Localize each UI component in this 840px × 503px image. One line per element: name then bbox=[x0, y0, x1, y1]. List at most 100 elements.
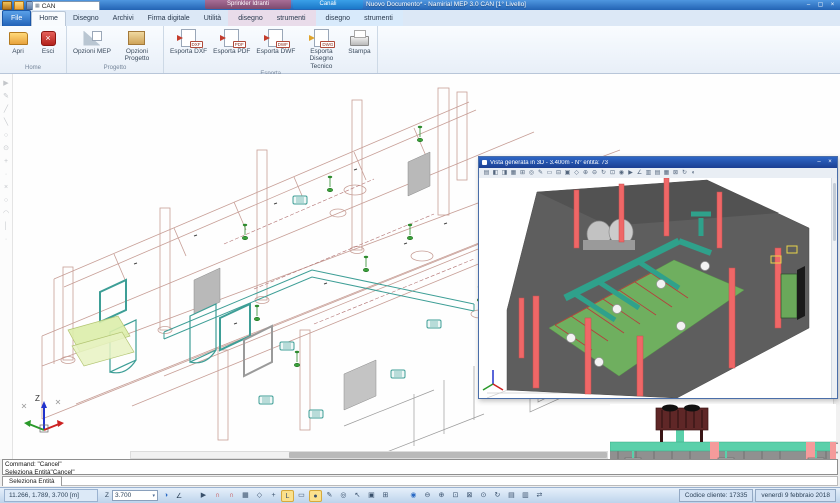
minimize-button[interactable]: – bbox=[804, 0, 813, 10]
highlight-icon[interactable]: ● bbox=[309, 490, 322, 502]
command-prompt-tab[interactable]: Seleziona Entità bbox=[2, 476, 62, 486]
arc-tool-icon[interactable]: ◠ bbox=[0, 207, 12, 220]
polyline-tool-icon[interactable]: ╲ bbox=[0, 116, 12, 129]
shaded-icon[interactable]: ◎ bbox=[527, 169, 536, 178]
app-icon[interactable] bbox=[2, 1, 12, 10]
pick-icon[interactable]: ↖ bbox=[351, 490, 364, 502]
snap-magnet-icon[interactable]: ∩ bbox=[211, 490, 224, 502]
solid-icon[interactable]: ▣ bbox=[563, 169, 572, 178]
zoom-scale-icon[interactable]: ⊙ bbox=[477, 490, 490, 502]
measure-icon[interactable]: ∠ bbox=[635, 169, 644, 178]
sync-icon[interactable]: ⇄ bbox=[533, 490, 546, 502]
ellipse-tool-icon[interactable]: ○ bbox=[0, 194, 12, 207]
horizontal-scroll-thumb[interactable] bbox=[289, 452, 607, 458]
zoom-window-icon[interactable]: ⊡ bbox=[608, 169, 617, 178]
maximize-button[interactable]: ▢ bbox=[816, 0, 825, 10]
z-level-input[interactable]: 3.700 ▾ bbox=[112, 490, 158, 501]
ortho-icon[interactable]: L bbox=[281, 490, 294, 502]
solid-view-icon[interactable]: ▣ bbox=[365, 490, 378, 502]
copy-view-icon[interactable]: ▤ bbox=[653, 169, 662, 178]
center-snap-tool-icon[interactable]: ⊙ bbox=[0, 142, 12, 155]
ribbon-tab-contextual[interactable]: strumenti bbox=[270, 12, 313, 26]
circle-tool-icon[interactable]: ○ bbox=[0, 129, 12, 142]
close-button[interactable]: × bbox=[828, 0, 837, 10]
view-front-icon[interactable]: ◧ bbox=[491, 169, 500, 178]
snap-magnet-alt-icon[interactable]: ∩ bbox=[225, 490, 238, 502]
hide-icon[interactable]: ⊟ bbox=[554, 169, 563, 178]
selection-window-icon[interactable]: ▭ bbox=[295, 490, 308, 502]
copy-view-icon[interactable]: ▤ bbox=[505, 490, 518, 502]
ribbon-tab-contextual[interactable]: strumenti bbox=[357, 12, 400, 26]
ribbon-tab[interactable]: Home bbox=[31, 11, 66, 26]
view-side-icon[interactable]: ◨ bbox=[500, 169, 509, 178]
regen-icon[interactable]: ↻ bbox=[491, 490, 504, 502]
canvas-horizontal-scrollbar[interactable] bbox=[130, 451, 608, 459]
view-iso-icon[interactable]: ▦ bbox=[509, 169, 518, 178]
ribbon-group-esporta: DXF Esporta DXF PDF Esporta PDF DWF Espo… bbox=[164, 26, 378, 73]
orbit-icon[interactable]: ↻ bbox=[599, 169, 608, 178]
point-tool-icon[interactable]: · bbox=[0, 168, 12, 181]
ribbon-tab[interactable]: Archivi bbox=[106, 12, 141, 26]
grid-icon[interactable]: ▦ bbox=[662, 169, 671, 178]
zoom-out-icon[interactable]: ⊖ bbox=[421, 490, 434, 502]
render-close-button[interactable]: × bbox=[826, 157, 834, 168]
section-icon[interactable]: ▭ bbox=[545, 169, 554, 178]
node-tool-icon[interactable]: · bbox=[0, 233, 12, 246]
render-window-scrollbar[interactable] bbox=[831, 178, 837, 398]
esci-button[interactable]: Esci bbox=[33, 27, 63, 55]
visibility-icon[interactable]: ◉ bbox=[407, 490, 420, 502]
view-top-icon[interactable]: ▤ bbox=[482, 169, 491, 178]
target-icon[interactable]: ◉ bbox=[617, 169, 626, 178]
angle-icon[interactable]: ∠ bbox=[174, 492, 184, 500]
render-scroll-thumb[interactable] bbox=[833, 183, 836, 241]
draw-icon[interactable]: ✎ bbox=[323, 490, 336, 502]
zoom-out-icon[interactable]: ⊖ bbox=[590, 169, 599, 178]
wireframe-icon[interactable]: ⊞ bbox=[518, 169, 527, 178]
compass-icon[interactable]: ◑ bbox=[161, 492, 171, 499]
grid-icon[interactable]: ▦ bbox=[239, 490, 252, 502]
layers-icon[interactable]: ▥ bbox=[519, 490, 532, 502]
zoom-in-icon[interactable]: ⊕ bbox=[581, 169, 590, 178]
zoom-in-icon[interactable]: ⊕ bbox=[435, 490, 448, 502]
esporta-dxf-button[interactable]: DXF Esporta DXF bbox=[167, 27, 210, 55]
ribbon-tab[interactable]: Disegno bbox=[66, 12, 106, 26]
esporta-disegno-tecnico-button[interactable]: DWG Esporta Disegno Tecnico bbox=[298, 27, 344, 70]
apri-button[interactable]: Apri bbox=[3, 27, 33, 55]
esporta-dwf-button[interactable]: DWF Esporta DWF bbox=[253, 27, 298, 55]
ribbon-tab-contextual[interactable]: disegno bbox=[319, 12, 358, 26]
pen-tool-icon[interactable]: ✎ bbox=[0, 90, 12, 103]
stampa-button[interactable]: Stampa bbox=[344, 27, 374, 55]
ribbon-tab[interactable]: Firma digitale bbox=[141, 12, 197, 26]
axis-tool-icon[interactable]: │ bbox=[0, 220, 12, 233]
line-tool-icon[interactable]: ╱ bbox=[0, 103, 12, 116]
render-3d-viewport[interactable] bbox=[479, 178, 837, 398]
workplane-icon[interactable]: ◇ bbox=[253, 490, 266, 502]
edit-icon[interactable]: ✎ bbox=[536, 169, 545, 178]
tab-file[interactable]: File bbox=[2, 10, 31, 26]
pointer-tool-icon[interactable]: ▶ bbox=[0, 77, 12, 90]
erase-tool-icon[interactable]: × bbox=[0, 181, 12, 194]
camera-icon[interactable]: ◐ bbox=[689, 169, 698, 178]
select-arrow-icon[interactable]: ▶ bbox=[197, 490, 210, 502]
play-icon[interactable]: ▶ bbox=[626, 169, 635, 178]
workplane-icon[interactable]: ◇ bbox=[572, 169, 581, 178]
cross-tool-icon[interactable]: + bbox=[0, 155, 12, 168]
ribbon-tab-contextual[interactable]: disegno bbox=[231, 12, 270, 26]
monitor-icon[interactable]: ⊞ bbox=[379, 490, 392, 502]
render-minimize-button[interactable]: – bbox=[815, 157, 823, 168]
open-file-icon[interactable] bbox=[14, 1, 24, 10]
opzioni-mep-button[interactable]: Opzioni MEP bbox=[70, 27, 114, 55]
opzioni-progetto-button[interactable]: Opzioni Progetto bbox=[114, 27, 160, 63]
zoom-extents-icon[interactable]: ⊠ bbox=[463, 490, 476, 502]
chevron-down-icon[interactable]: ▾ bbox=[152, 493, 155, 499]
ribbon-tab[interactable]: Utilità bbox=[197, 12, 229, 26]
refresh-icon[interactable]: ↻ bbox=[680, 169, 689, 178]
layers-icon[interactable]: ▥ bbox=[644, 169, 653, 178]
zoom-window-icon[interactable]: ⊡ bbox=[449, 490, 462, 502]
render-3d-window[interactable]: Vista generata in 3D - 3.400m - N° entit… bbox=[478, 156, 838, 399]
extents-icon[interactable]: ⊠ bbox=[671, 169, 680, 178]
render-mode-icon[interactable]: ◎ bbox=[337, 490, 350, 502]
command-input[interactable] bbox=[62, 476, 838, 486]
origin-icon[interactable]: + bbox=[267, 490, 280, 502]
esporta-pdf-button[interactable]: PDF Esporta PDF bbox=[210, 27, 253, 55]
